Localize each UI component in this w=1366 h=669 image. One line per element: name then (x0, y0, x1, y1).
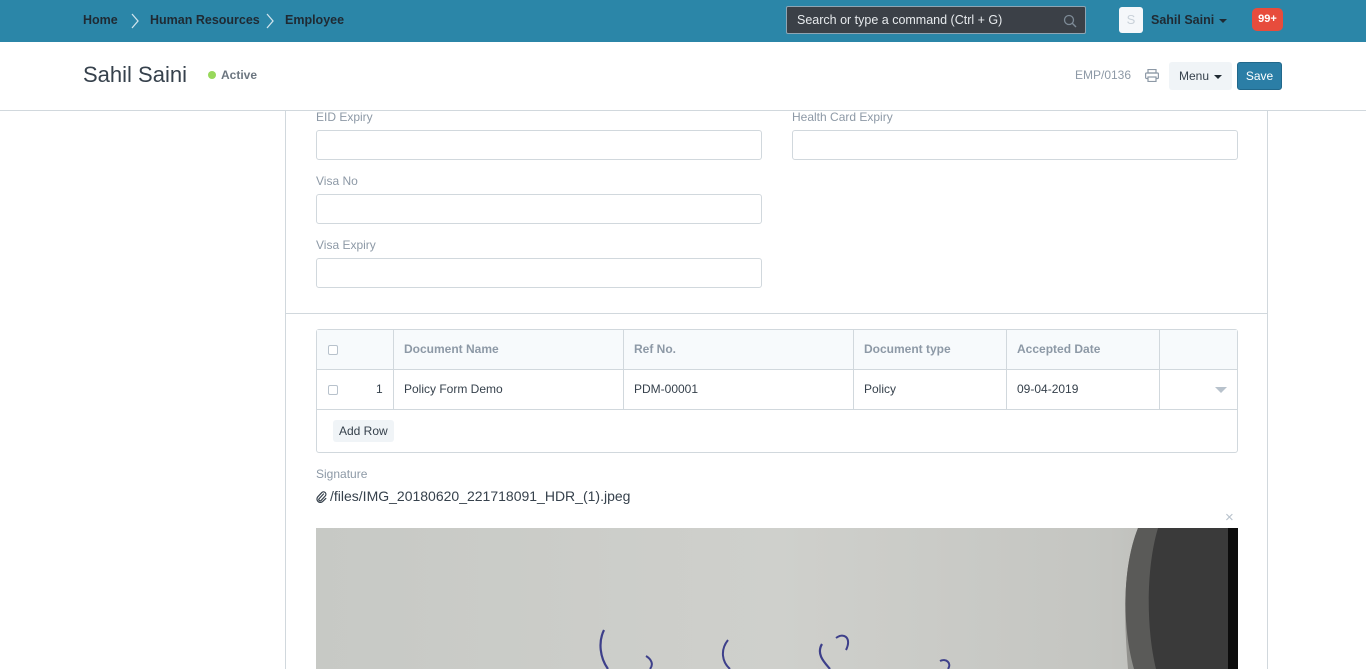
visa-expiry-label: Visa Expiry (316, 238, 376, 252)
document-id: EMP/0136 (1075, 68, 1132, 82)
cell-accepted-date[interactable]: 09-04-2019 (1017, 382, 1078, 396)
documents-table: Document Name Ref No. Document type Acce… (316, 329, 1238, 453)
save-button[interactable]: Save (1237, 62, 1282, 90)
column-divider (1159, 330, 1160, 410)
menu-button[interactable]: Menu (1169, 62, 1232, 90)
signature-label: Signature (316, 467, 368, 481)
remove-attachment-icon[interactable]: × (1225, 509, 1234, 526)
cell-document-name[interactable]: Policy Form Demo (404, 382, 503, 396)
health-card-expiry-label: Health Card Expiry (792, 110, 893, 124)
column-header-accepted-date[interactable]: Accepted Date (1017, 342, 1100, 356)
breadcrumb-human-resources[interactable]: Human Resources (150, 13, 260, 27)
page-head: Sahil Saini Active EMP/0136 Menu Save (0, 42, 1366, 111)
chevron-right-icon (266, 13, 274, 29)
chevron-right-icon (131, 13, 139, 29)
cell-document-type[interactable]: Policy (864, 382, 896, 396)
column-divider (393, 330, 394, 410)
eid-expiry-label: EID Expiry (316, 110, 373, 124)
user-name: Sahil Saini (1151, 13, 1215, 27)
table-row[interactable]: 1 Policy Form Demo PDM-00001 Policy 09-0… (317, 370, 1237, 410)
eid-expiry-field[interactable] (316, 130, 762, 160)
visa-expiry-field[interactable] (316, 258, 762, 288)
page-title: Sahil Saini (83, 62, 187, 87)
status-dot-icon (208, 71, 216, 79)
column-header-ref-no[interactable]: Ref No. (634, 342, 676, 356)
row-expand-icon[interactable] (1215, 387, 1227, 393)
top-navbar: Home Human Resources Employee S Sahil Sa… (0, 0, 1366, 42)
breadcrumb-employee[interactable]: Employee (285, 13, 344, 27)
search-input[interactable] (797, 12, 1057, 28)
form-body: EID Expiry Health Card Expiry Visa No Vi… (285, 110, 1268, 669)
row-index: 1 (376, 382, 383, 396)
search-icon[interactable] (1063, 14, 1077, 28)
column-divider (1006, 330, 1007, 410)
status-label: Active (221, 68, 258, 82)
column-divider (623, 330, 624, 410)
signature-file-link[interactable]: /files/IMG_20180620_221718091_HDR_(1).jp… (316, 488, 630, 504)
avatar[interactable]: S (1119, 7, 1143, 33)
paperclip-icon (316, 491, 327, 503)
user-menu[interactable]: Sahil Saini (1151, 13, 1228, 27)
health-card-expiry-field[interactable] (792, 130, 1238, 160)
status-indicator: Active (208, 68, 257, 82)
table-header: Document Name Ref No. Document type Acce… (317, 330, 1237, 370)
printer-icon[interactable] (1145, 69, 1159, 82)
notification-badge[interactable]: 99+ (1252, 8, 1283, 31)
cell-ref-no[interactable]: PDM-00001 (634, 382, 698, 396)
select-all-checkbox[interactable] (328, 345, 338, 355)
section-divider (286, 313, 1267, 314)
row-checkbox[interactable] (328, 385, 338, 395)
search-box (786, 6, 1086, 34)
column-header-document-type[interactable]: Document type (864, 342, 951, 356)
caret-down-icon (1214, 74, 1223, 79)
menu-button-label: Menu (1178, 69, 1210, 83)
visa-no-label: Visa No (316, 174, 358, 188)
add-row-button[interactable]: Add Row (333, 420, 394, 442)
signature-file-path: /files/IMG_20180620_221718091_HDR_(1).jp… (330, 488, 631, 504)
breadcrumb-home[interactable]: Home (83, 13, 118, 27)
signature-image (316, 528, 1238, 669)
visa-no-field[interactable] (316, 194, 762, 224)
caret-down-icon (1219, 18, 1228, 23)
column-divider (853, 330, 854, 410)
column-header-document-name[interactable]: Document Name (404, 342, 499, 356)
